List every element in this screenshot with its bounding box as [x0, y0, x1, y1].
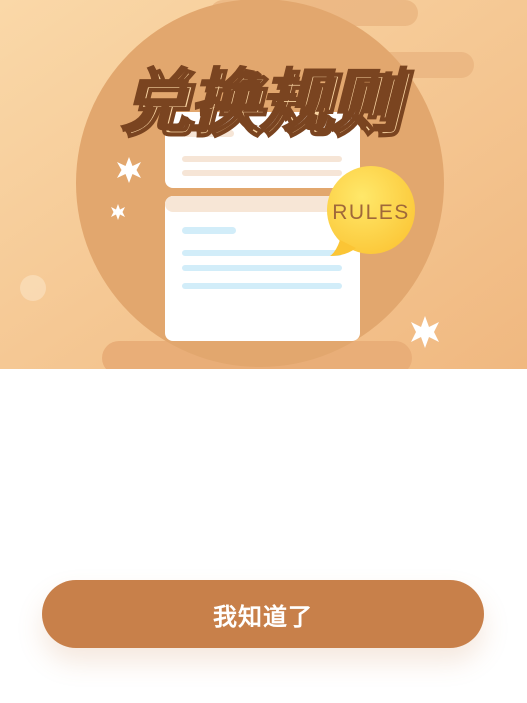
banner-illustration: RULES 兑换规则 兑换规则 — [0, 0, 527, 369]
page-title: 兑换规则 — [118, 60, 408, 142]
rules-content — [0, 369, 527, 579]
decor-dot — [20, 275, 46, 301]
rules-badge-text: RULES — [332, 201, 410, 224]
rules-banner: RULES 兑换规则 兑换规则 — [0, 0, 527, 369]
confirm-button[interactable]: 我知道了 — [42, 580, 484, 648]
